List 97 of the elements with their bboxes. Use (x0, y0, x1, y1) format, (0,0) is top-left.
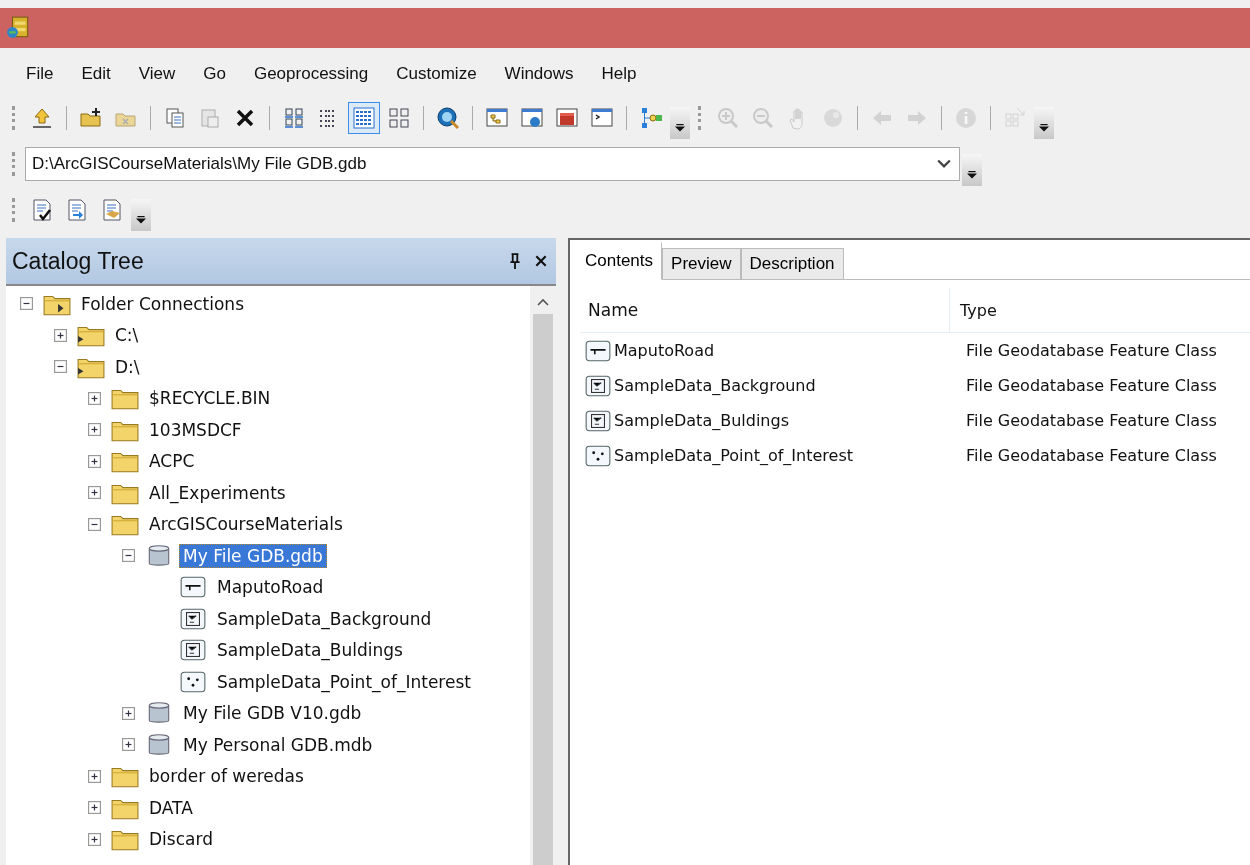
menu-item[interactable]: Help (587, 60, 651, 88)
tab[interactable]: Description (740, 248, 844, 280)
document-import-icon (65, 198, 89, 222)
tree-item[interactable]: MaputoRoad (213, 575, 328, 600)
toolbox-icon (555, 106, 579, 130)
details-view-icon (352, 106, 376, 130)
tree-item[interactable]: SampleData_Point_of_Interest (213, 669, 475, 694)
menu-item[interactable]: Windows (490, 60, 588, 88)
tree-item[interactable]: Discard (145, 827, 217, 852)
menu-item[interactable]: File (12, 60, 68, 88)
caret-icon (966, 168, 978, 180)
tree-item[interactable]: D:\ (111, 354, 144, 379)
expand-icon[interactable] (88, 391, 101, 405)
expand-icon[interactable] (54, 328, 67, 342)
menu-item[interactable]: Geoprocessing (239, 60, 383, 88)
zoom-out-icon (751, 106, 775, 130)
caret-icon (135, 213, 147, 225)
tree-item[interactable]: ACPC (145, 449, 199, 474)
tree-item[interactable]: border of weredas (145, 764, 308, 789)
menu-item[interactable]: View (124, 60, 190, 88)
scrollbar-thumb[interactable] (533, 314, 553, 865)
location-field[interactable]: D:\ArcGISCourseMaterials\My File GDB.gdb (25, 147, 960, 181)
pane-title: Catalog Tree (12, 247, 145, 275)
console-window-icon (590, 106, 614, 130)
item-name[interactable]: SampleData_Point_of_Interest (614, 446, 853, 465)
tree-item[interactable]: Folder Connections (77, 291, 248, 316)
column-header[interactable]: Type (950, 288, 1250, 332)
details-view-button[interactable] (348, 102, 380, 134)
close-icon[interactable] (534, 253, 548, 269)
tree-item[interactable]: My File GDB.gdb (179, 543, 327, 568)
tab[interactable]: Preview (662, 248, 741, 280)
item-name[interactable]: MaputoRoad (614, 341, 715, 360)
polygon-feature-icon (179, 638, 207, 663)
table-cell-text: File Geodatabase Feature Class (965, 376, 1218, 395)
line-feature-icon (584, 338, 612, 363)
tree-item[interactable]: 103MSDCF (145, 417, 246, 442)
table-cell-text: File Geodatabase Feature Class (965, 411, 1218, 430)
point-feature-icon (179, 669, 207, 694)
menu-item[interactable]: Go (189, 60, 240, 88)
table-cell-text: File Geodatabase Feature Class (965, 341, 1218, 360)
tree-item[interactable]: SampleData_Background (213, 606, 436, 631)
dropdown-icon[interactable] (937, 159, 951, 169)
zoom-in-icon (716, 106, 740, 130)
scrollbar[interactable] (530, 286, 556, 865)
paste-icon (198, 106, 222, 130)
expand-icon[interactable] (88, 486, 101, 500)
document-check-icon (30, 198, 54, 222)
tree-item[interactable]: C:\ (111, 323, 143, 348)
collapse-icon[interactable] (54, 360, 67, 374)
grid-arrow-icon (1003, 106, 1027, 130)
item-name[interactable]: SampleData_Buldings (614, 411, 789, 430)
menu-item[interactable]: Edit (67, 60, 125, 88)
item-name[interactable]: SampleData_Background (614, 376, 816, 395)
tree-window-icon (485, 106, 509, 130)
search-icon (436, 106, 460, 130)
folder-plus-icon (79, 106, 103, 130)
pin-icon[interactable] (508, 253, 522, 269)
line-feature-icon (179, 575, 207, 600)
menu-item[interactable]: Customize (382, 60, 491, 88)
expand-icon[interactable] (88, 769, 101, 783)
globe-window-icon (520, 106, 544, 130)
caret-icon (1038, 121, 1050, 133)
copy-icon (163, 106, 187, 130)
tree-item[interactable]: DATA (145, 795, 197, 820)
up-arrow-icon (30, 106, 54, 130)
tree-item[interactable]: ArcGISCourseMaterials (145, 512, 347, 537)
tree-item[interactable]: SampleData_Buldings (213, 638, 407, 663)
tree-item[interactable]: All_Experiments (145, 480, 290, 505)
toolbar-options-button[interactable] (131, 199, 151, 231)
expand-icon[interactable] (88, 423, 101, 437)
expand-icon[interactable] (122, 738, 135, 752)
tree-item[interactable]: $RECYCLE.BIN (145, 386, 275, 411)
expand-icon[interactable] (88, 454, 101, 468)
thumbnails-view-icon (387, 106, 411, 130)
column-header[interactable]: Name (580, 288, 950, 332)
scroll-up-icon[interactable] (537, 298, 549, 306)
caret-icon (674, 121, 686, 133)
polygon-feature-icon (179, 606, 207, 631)
info-icon (954, 106, 978, 130)
point-feature-icon (584, 443, 612, 468)
expand-icon[interactable] (122, 706, 135, 720)
toolbar-options-button[interactable] (962, 154, 982, 186)
collapse-icon[interactable] (20, 297, 33, 311)
large-icons-view-icon (282, 106, 306, 130)
table-cell-text: File Geodatabase Feature Class (965, 446, 1218, 465)
tree-item[interactable]: My Personal GDB.mdb (179, 732, 377, 757)
diagram-icon (639, 106, 663, 130)
collapse-icon[interactable] (122, 549, 135, 563)
collapse-icon[interactable] (88, 517, 101, 531)
polygon-feature-icon (584, 373, 612, 398)
document-export-icon (100, 198, 124, 222)
tree-item[interactable]: My File GDB V10.gdb (179, 701, 366, 726)
polygon-feature-icon (584, 408, 612, 433)
expand-icon[interactable] (88, 832, 101, 846)
toolbar-options-button[interactable] (1034, 107, 1054, 139)
toolbar-options-button[interactable] (670, 107, 690, 139)
expand-icon[interactable] (88, 801, 101, 815)
